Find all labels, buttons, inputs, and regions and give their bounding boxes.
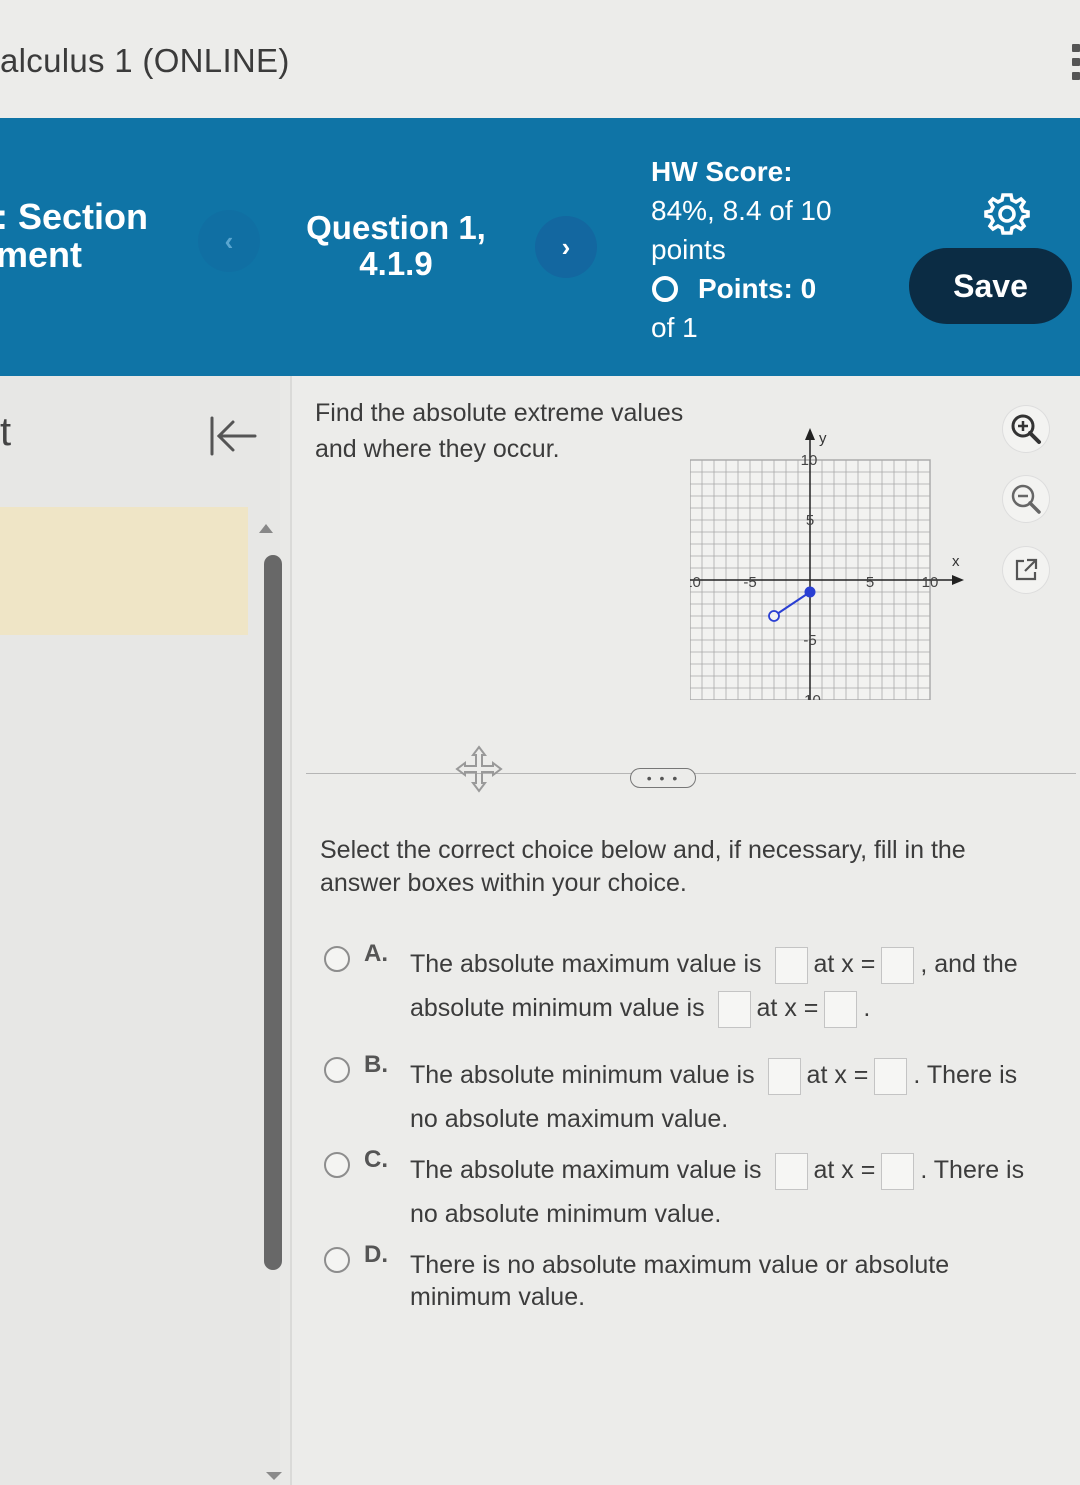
collapse-sidebar-icon[interactable] xyxy=(205,412,260,460)
x-axis-label: x xyxy=(952,553,960,570)
sidebar-title-fragment: t xyxy=(0,410,12,454)
problem-prompt: Find the absolute extreme values and whe… xyxy=(315,399,684,463)
choice-a-letter: A. xyxy=(364,940,388,967)
settings-gear-icon[interactable] xyxy=(984,190,1030,236)
points-row: Points: 0 xyxy=(651,269,881,308)
choice-b-letter: B. xyxy=(364,1051,388,1078)
question-label[interactable]: Question 1, 4.1.9 xyxy=(296,210,496,282)
next-question-button[interactable]: › xyxy=(535,216,597,278)
choice-d-text-1: There is no absolute maximum value or ab… xyxy=(410,1251,950,1311)
zoom-in-icon xyxy=(1011,414,1041,444)
zoom-out-icon xyxy=(1011,484,1041,514)
top-bar: alculus 1 (ONLINE) xyxy=(0,0,1080,118)
sidebar-scrollbar[interactable] xyxy=(264,555,282,1270)
scroll-down-arrow-icon[interactable] xyxy=(266,1472,282,1480)
choice-a-text-1: The absolute maximum value is xyxy=(410,950,762,978)
course-title: alculus 1 (ONLINE) xyxy=(0,42,290,79)
save-button[interactable]: Save xyxy=(909,248,1072,324)
choice-c-text-1: The absolute maximum value is xyxy=(410,1156,762,1184)
previous-question-button[interactable]: ‹ xyxy=(198,210,260,272)
hw-score-value: 84%, 8.4 of 10 xyxy=(651,195,832,226)
choice-a-text-2: at x = xyxy=(813,950,876,978)
section-label[interactable]: : Section ment xyxy=(0,198,148,274)
zoom-out-button[interactable] xyxy=(1003,476,1049,522)
choice-b-min-value-input[interactable] xyxy=(767,1057,801,1095)
choice-b-text-2: at x = xyxy=(806,1061,869,1089)
y-tick-label: 5 xyxy=(806,512,814,529)
points-status-icon xyxy=(652,275,678,302)
function-graph: x y -10 -5 5 10 10 5 -5 -10 xyxy=(690,428,964,700)
section-label-line1: : Section xyxy=(0,196,149,237)
choice-c-max-value-input[interactable] xyxy=(774,1152,808,1190)
question-number: Question 1, xyxy=(306,209,486,246)
zoom-in-button[interactable] xyxy=(1003,406,1049,452)
y-tick-label: 10 xyxy=(801,452,818,469)
x-tick-label: -10 xyxy=(690,574,701,591)
choice-a-text-5: . xyxy=(863,994,871,1022)
sidebar-item-current[interactable] xyxy=(0,507,248,635)
section-label-line2: ment xyxy=(0,234,83,275)
closed-endpoint xyxy=(804,586,816,598)
choice-c-letter: C. xyxy=(364,1146,388,1173)
choice-a-max-value-input[interactable] xyxy=(774,946,808,984)
choice-d-text: There is no absolute maximum value or ab… xyxy=(410,1249,1050,1313)
choice-a-radio[interactable] xyxy=(324,946,350,972)
popout-graph-button[interactable] xyxy=(1003,547,1049,593)
points-label: Points: 0 xyxy=(698,273,817,304)
overflow-menu-icon[interactable] xyxy=(1072,44,1080,86)
question-id: 4.1.9 xyxy=(359,245,433,282)
y-axis-label: y xyxy=(819,430,827,447)
open-endpoint xyxy=(768,610,780,622)
choice-b-text: The absolute minimum value is at x =. Th… xyxy=(410,1053,1050,1141)
choice-a-text: The absolute maximum value is at x =, an… xyxy=(410,942,1050,1030)
x-tick-label: -5 xyxy=(743,574,756,591)
choice-d-letter: D. xyxy=(364,1241,388,1268)
choice-c-text: The absolute maximum value is at x =. Th… xyxy=(410,1148,1050,1236)
hw-score-label: HW Score: xyxy=(651,156,793,187)
choice-a-text-4: at x = xyxy=(756,994,819,1022)
expand-more-button[interactable]: • • • xyxy=(630,768,696,788)
y-axis-arrow-icon xyxy=(805,428,815,440)
choice-d-radio[interactable] xyxy=(324,1247,350,1273)
instructions-text: Select the correct choice below and, if … xyxy=(320,836,966,897)
chevron-left-icon: ‹ xyxy=(224,225,234,256)
y-tick-label: -10 xyxy=(799,692,821,700)
points-total: of 1 xyxy=(651,312,698,343)
hw-score-panel: HW Score: 84%, 8.4 of 10 points Points: … xyxy=(651,152,881,347)
choice-a-min-x-input[interactable] xyxy=(824,990,858,1028)
chevron-right-icon: › xyxy=(561,231,571,262)
choice-c-max-x-input[interactable] xyxy=(881,1152,915,1190)
choice-a-max-x-input[interactable] xyxy=(881,946,915,984)
x-tick-label: 5 xyxy=(866,574,874,591)
x-axis-arrow-icon xyxy=(952,575,964,585)
external-link-icon xyxy=(1015,558,1038,581)
choice-c-radio[interactable] xyxy=(324,1152,350,1178)
choice-c-text-2: at x = xyxy=(813,1156,876,1184)
y-tick-label: -5 xyxy=(803,632,816,649)
choice-a-min-value-input[interactable] xyxy=(717,990,751,1028)
choice-b-min-x-input[interactable] xyxy=(874,1057,908,1095)
choice-b-text-1: The absolute minimum value is xyxy=(410,1061,755,1089)
move-divider-icon[interactable] xyxy=(454,745,504,793)
choice-b-radio[interactable] xyxy=(324,1057,350,1083)
x-tick-label: 10 xyxy=(922,574,939,591)
hw-score-unit: points xyxy=(651,234,726,265)
scroll-up-arrow-icon[interactable] xyxy=(259,524,273,533)
